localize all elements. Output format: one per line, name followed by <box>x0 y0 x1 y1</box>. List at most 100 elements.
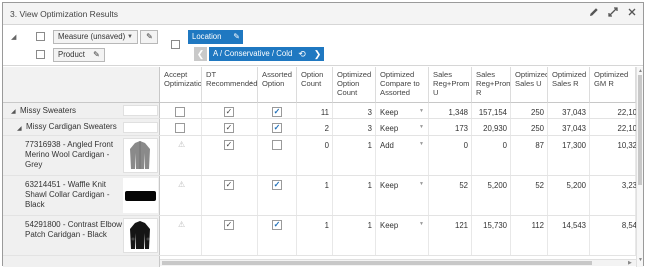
scroll-up-icon[interactable]: ▲ <box>638 68 643 74</box>
option-count: 1 <box>324 221 329 230</box>
column-header[interactable]: Option Count <box>297 67 333 103</box>
sales-reg-prom-r: 157,154 <box>478 108 507 117</box>
accept-checkbox[interactable] <box>175 107 185 117</box>
option-count: 0 <box>324 141 329 150</box>
dt-recommended-checkbox[interactable]: ✓ <box>224 180 234 190</box>
column-header[interactable]: Sales Reg+Prom R <box>472 67 511 103</box>
optimized-sales-r: 14,543 <box>562 221 586 230</box>
sales-reg-prom-u: 52 <box>459 181 468 190</box>
assorted-checkbox[interactable] <box>272 140 282 150</box>
scroll-down-icon[interactable]: ▼ <box>638 257 643 263</box>
assorted-checkbox[interactable]: ✓ <box>272 123 282 133</box>
product-pill[interactable]: Product ✎ <box>53 48 105 62</box>
column-header[interactable]: Optimized GM R <box>590 67 636 103</box>
row-label: Missy Cardigan Sweaters <box>26 122 117 131</box>
table-row[interactable]: ◢ Missy Cardigan Sweaters ✓ ✓ 2 3 Keep ▼ … <box>3 119 643 136</box>
optimized-option-count: 1 <box>367 181 372 190</box>
expand-icon[interactable] <box>606 7 620 21</box>
column-header[interactable]: Optimized Sales U <box>511 67 548 103</box>
column-header[interactable]: Optimized Option Count <box>333 67 376 103</box>
location-toggle-checkbox[interactable] <box>171 40 180 49</box>
compare-value[interactable]: Keep <box>380 108 398 117</box>
table-row[interactable]: 54291800 - Contrast Elbow Patch Caridgan… <box>3 216 643 256</box>
row-header: ◢ Missy Cardigan Sweaters <box>3 119 160 135</box>
table-row[interactable]: 77316938 - Angled Front Merino Wool Card… <box>3 136 643 176</box>
optimized-option-count: 1 <box>367 141 372 150</box>
table-row[interactable]: 63214451 - Waffle Knit Shawl Collar Card… <box>3 176 643 216</box>
compare-value[interactable]: Keep <box>380 124 398 133</box>
optimized-sales-u: 112 <box>531 221 544 230</box>
dt-recommended-checkbox[interactable]: ✓ <box>224 140 234 150</box>
compare-value[interactable]: Keep <box>380 221 398 230</box>
sales-reg-prom-u: 1,348 <box>448 108 468 117</box>
chevron-down-icon[interactable]: ▼ <box>419 108 424 114</box>
pencil-icon[interactable] <box>587 7 601 21</box>
chevron-down-icon[interactable]: ▼ <box>127 31 133 43</box>
column-header[interactable]: Accept Optimizatio <box>160 67 202 103</box>
vertical-scrollbar-thumb[interactable] <box>638 75 642 185</box>
sales-reg-prom-r: 15,730 <box>483 221 507 230</box>
optimization-results-window: 3. View Optimization Results ◢ Measure (… <box>2 2 644 267</box>
product-image <box>123 138 158 173</box>
column-header[interactable]: Optimized Compare to Assorted <box>376 67 429 103</box>
row-header: ◢ Missy Sweaters <box>3 103 160 118</box>
table-row[interactable]: ◢ Missy Sweaters ✓ ✓ 11 3 Keep ▼ 1,348 15… <box>3 103 643 119</box>
row-header: 77316938 - Angled Front Merino Wool Card… <box>3 136 160 175</box>
pencil-icon[interactable]: ✎ <box>233 30 240 44</box>
product-toggle-checkbox[interactable] <box>36 50 45 59</box>
row-label-line: Grey <box>25 160 43 169</box>
compare-value[interactable]: Add <box>380 141 394 150</box>
compare-value[interactable]: Keep <box>380 181 398 190</box>
dt-recommended-checkbox[interactable]: ✓ <box>224 123 234 133</box>
optimized-sales-u: 250 <box>530 108 544 117</box>
row-header-filler <box>3 256 160 267</box>
column-header[interactable]: Sales Reg+Prom U <box>429 67 472 103</box>
assorted-checkbox[interactable]: ✓ <box>272 107 282 117</box>
assorted-checkbox[interactable]: ✓ <box>272 180 282 190</box>
sales-reg-prom-r: 0 <box>502 141 507 150</box>
chevron-down-icon[interactable]: ▼ <box>419 124 424 130</box>
collapse-icon[interactable]: ◢ <box>17 125 22 132</box>
dt-recommended-checkbox[interactable]: ✓ <box>224 220 234 230</box>
vertical-scrollbar[interactable]: ▲ ▼ <box>636 67 643 267</box>
option-count: 1 <box>324 181 329 190</box>
sort-icon[interactable]: ▲ <box>249 79 254 88</box>
collapse-icon[interactable]: ◢ <box>11 108 16 115</box>
column-header[interactable]: DT Recommended ▲ <box>202 67 258 103</box>
reset-icon[interactable]: ⟲ <box>295 47 309 61</box>
collapse-pivot-icon[interactable]: ◢ <box>11 33 16 41</box>
chevron-down-icon[interactable]: ▼ <box>419 141 424 147</box>
next-location-button[interactable]: ❯ <box>311 47 324 61</box>
dt-recommended-checkbox[interactable]: ✓ <box>224 107 234 117</box>
pencil-icon[interactable]: ✎ <box>90 49 103 61</box>
optimized-option-count: 3 <box>367 108 372 117</box>
scroll-right-icon[interactable]: ▶ <box>628 260 632 266</box>
window-title: 3. View Optimization Results <box>10 9 119 19</box>
accept-checkbox[interactable] <box>175 123 185 133</box>
optimized-gm-r: 8,54 <box>621 221 637 230</box>
column-header[interactable]: Assorted Option <box>258 67 297 103</box>
measure-toggle-checkbox[interactable] <box>36 32 45 41</box>
location-pill[interactable]: Location ✎ <box>188 30 243 44</box>
optimized-sales-r: 5,200 <box>566 181 586 190</box>
chevron-down-icon[interactable]: ▼ <box>419 221 424 227</box>
chevron-down-icon[interactable]: ▼ <box>419 181 424 187</box>
close-icon[interactable] <box>625 7 639 21</box>
row-label-line: 63214451 - Waffle Knit <box>25 180 106 189</box>
sales-reg-prom-u: 121 <box>454 221 468 230</box>
optimized-sales-r: 17,300 <box>562 141 586 150</box>
row-label-line: Shawl Collar Cardigan - <box>25 190 110 199</box>
optimized-sales-u: 87 <box>535 141 544 150</box>
row-header: 54291800 - Contrast Elbow Patch Caridgan… <box>3 216 160 255</box>
measure-pill[interactable]: Measure (unsaved) ▼ <box>53 30 138 44</box>
measure-edit-button[interactable]: ✎ <box>140 30 158 44</box>
product-image <box>123 178 158 213</box>
horizontal-scrollbar-thumb[interactable] <box>162 261 592 265</box>
column-header[interactable]: Optimized Sales R <box>548 67 590 103</box>
row-header: 63214451 - Waffle Knit Shawl Collar Card… <box>3 176 160 215</box>
sales-reg-prom-u: 0 <box>463 141 468 150</box>
thumbnail-placeholder <box>123 122 158 133</box>
horizontal-scrollbar[interactable]: ▶ <box>160 259 636 266</box>
assorted-checkbox[interactable]: ✓ <box>272 220 282 230</box>
previous-location-button[interactable]: ❮ <box>194 47 207 61</box>
